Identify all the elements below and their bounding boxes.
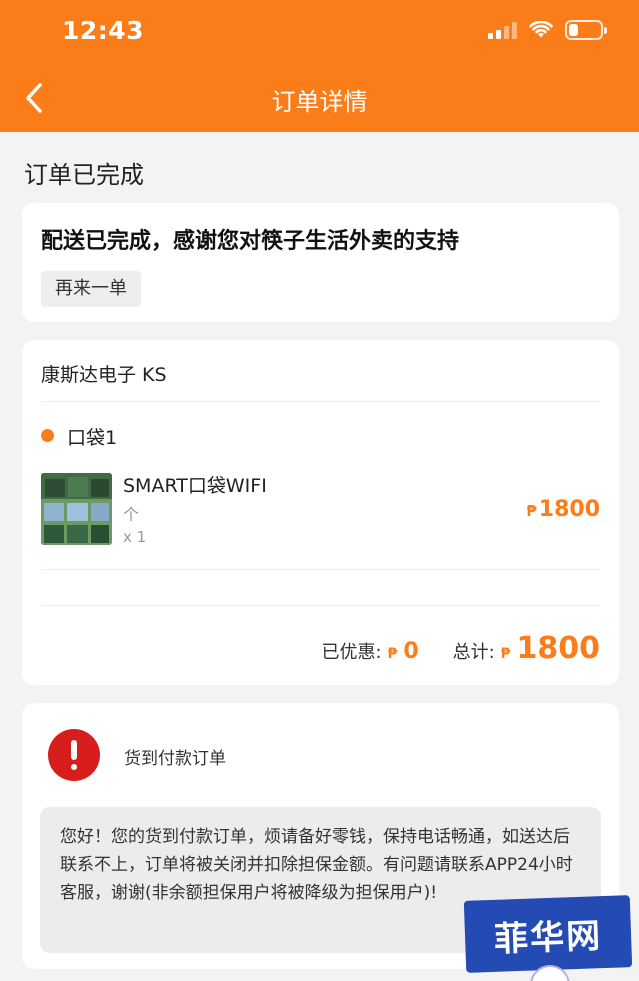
divider <box>41 605 600 606</box>
discount-label: 已优惠: <box>321 642 382 663</box>
product-price: ₱1800 <box>526 497 600 522</box>
total-value: 1800 <box>516 631 601 666</box>
delivery-message: 配送已完成，感谢您对筷子生活外卖的支持 <box>41 229 460 254</box>
store-name[interactable]: 康斯达电子 KS <box>41 360 167 387</box>
product-quantity: x 1 <box>123 528 147 546</box>
order-items-card: 康斯达电子 KS 口袋1 SMART口袋WIFI 个 x 1 ₱1800 已优惠… <box>22 340 619 685</box>
currency-symbol: ₱ <box>526 502 537 520</box>
status-icons <box>488 20 607 40</box>
bag-dot-icon <box>41 429 54 442</box>
wifi-icon <box>529 21 553 38</box>
divider <box>41 401 600 402</box>
battery-icon <box>565 20 607 40</box>
watermark-logo: 菲华网 <box>463 895 633 973</box>
order-status-title: 订单已完成 <box>24 161 144 189</box>
total-currency: ₱ <box>500 646 511 662</box>
discount-currency: ₱ <box>387 646 398 662</box>
total-label: 总计: <box>452 642 495 663</box>
app-header: 12:43 订单详情 <box>0 0 639 132</box>
watermark-text: 菲华网 <box>493 915 603 960</box>
status-time: 12:43 <box>62 16 145 45</box>
alert-icon <box>48 729 100 781</box>
page-title: 订单详情 <box>271 88 368 116</box>
divider <box>41 569 600 570</box>
reorder-button[interactable]: 再来一单 <box>41 271 141 307</box>
product-unit: 个 <box>123 505 140 524</box>
product-thumbnail[interactable] <box>41 473 112 545</box>
cod-title: 货到付款订单 <box>124 749 226 769</box>
delivery-status-card: 配送已完成，感谢您对筷子生活外卖的支持 再来一单 <box>22 203 619 322</box>
signal-icon <box>488 21 517 39</box>
product-name[interactable]: SMART口袋WIFI <box>123 471 267 498</box>
order-totals: 已优惠: ₱ 0 总计: ₱ 1800 <box>322 631 600 666</box>
product-price-value: 1800 <box>538 497 600 522</box>
discount-value: 0 <box>403 639 419 664</box>
bag-label: 口袋1 <box>67 427 118 449</box>
